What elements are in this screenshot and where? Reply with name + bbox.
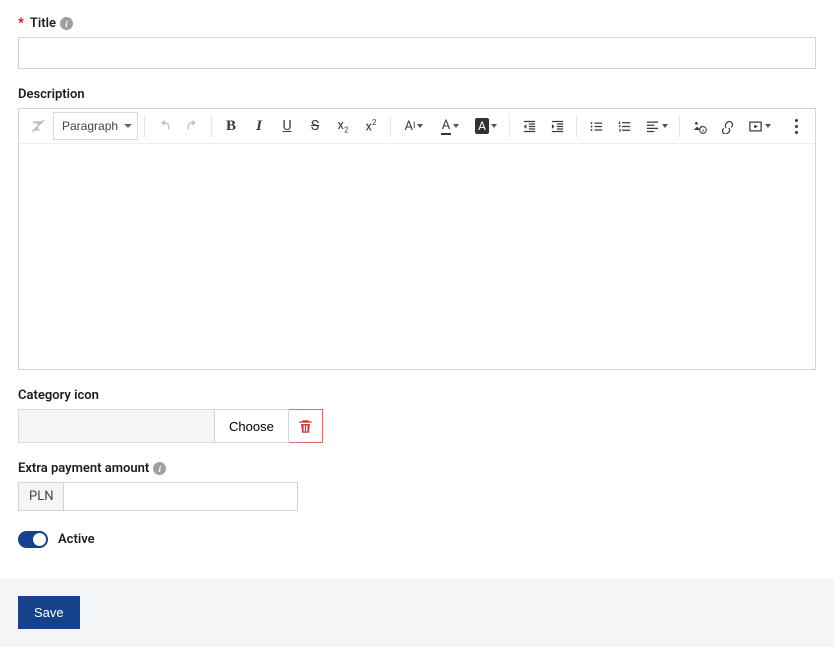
description-editor[interactable] bbox=[19, 144, 815, 369]
underline-icon[interactable]: U bbox=[274, 112, 300, 140]
redo-icon[interactable] bbox=[179, 112, 205, 140]
info-icon[interactable]: i bbox=[60, 17, 73, 30]
category-icon-label: Category icon bbox=[18, 388, 99, 403]
more-icon[interactable] bbox=[783, 112, 809, 140]
info-icon[interactable]: i bbox=[153, 462, 166, 475]
description-field: Description Paragraph bbox=[18, 87, 816, 370]
active-label: Active bbox=[58, 532, 95, 547]
subscript-icon[interactable]: x2 bbox=[330, 112, 356, 140]
divider bbox=[576, 115, 577, 137]
category-icon-field: Category icon Choose bbox=[18, 388, 816, 443]
divider bbox=[211, 115, 212, 137]
font-size-icon[interactable]: AI bbox=[397, 112, 431, 140]
active-field: Active bbox=[18, 531, 816, 548]
divider bbox=[144, 115, 145, 137]
bullet-list-icon[interactable] bbox=[583, 112, 609, 140]
currency-label: PLN bbox=[18, 482, 64, 511]
indent-icon[interactable] bbox=[544, 112, 570, 140]
italic-icon[interactable]: I bbox=[246, 112, 272, 140]
editor-toolbar: Paragraph B I U S x2 x2 AI A bbox=[19, 109, 815, 144]
format-select[interactable]: Paragraph bbox=[53, 112, 138, 140]
extra-payment-field: Extra payment amount i PLN bbox=[18, 461, 816, 511]
title-label: Title bbox=[30, 16, 56, 31]
highlight-icon[interactable]: A bbox=[469, 112, 503, 140]
divider bbox=[679, 115, 680, 137]
footer: Save bbox=[0, 578, 834, 647]
title-field: * Title i bbox=[18, 16, 816, 69]
divider bbox=[390, 115, 391, 137]
text-color-icon[interactable]: A bbox=[433, 112, 467, 140]
media-icon[interactable] bbox=[742, 112, 776, 140]
title-input[interactable] bbox=[18, 37, 816, 69]
strikethrough-icon[interactable]: S bbox=[302, 112, 328, 140]
save-button[interactable]: Save bbox=[18, 596, 80, 629]
icon-preview bbox=[18, 409, 214, 443]
amount-input[interactable] bbox=[64, 482, 298, 511]
divider bbox=[509, 115, 510, 137]
active-toggle[interactable] bbox=[18, 531, 48, 548]
undo-icon[interactable] bbox=[151, 112, 177, 140]
outdent-icon[interactable] bbox=[516, 112, 542, 140]
clear-format-icon[interactable] bbox=[25, 112, 51, 140]
image-icon[interactable]: e bbox=[686, 112, 712, 140]
link-icon[interactable] bbox=[714, 112, 740, 140]
numbered-list-icon[interactable] bbox=[611, 112, 637, 140]
extra-payment-label: Extra payment amount bbox=[18, 461, 149, 476]
trash-icon[interactable] bbox=[289, 409, 323, 443]
superscript-icon[interactable]: x2 bbox=[358, 112, 384, 140]
svg-text:e: e bbox=[702, 129, 705, 134]
description-label: Description bbox=[18, 87, 85, 102]
choose-button[interactable]: Choose bbox=[214, 409, 289, 443]
required-mark: * bbox=[18, 16, 24, 31]
bold-icon[interactable]: B bbox=[218, 112, 244, 140]
rich-text-editor: Paragraph B I U S x2 x2 AI A bbox=[18, 108, 816, 370]
align-icon[interactable] bbox=[639, 112, 673, 140]
